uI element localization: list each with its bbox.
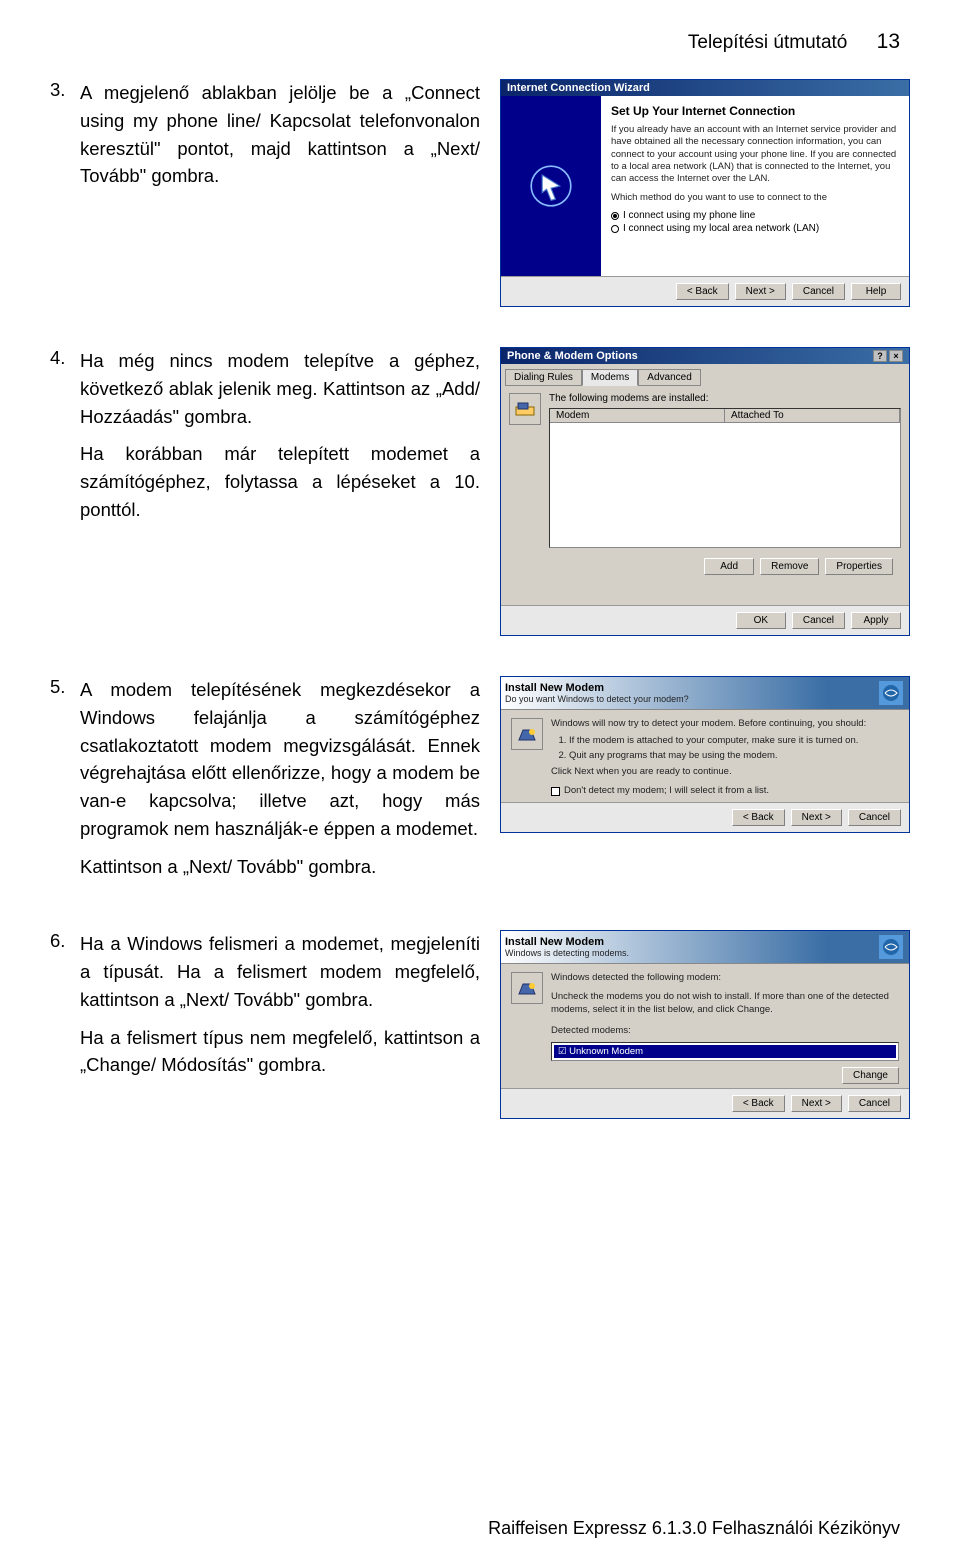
- remove-button[interactable]: Remove: [760, 558, 819, 575]
- tab-advanced[interactable]: Advanced: [638, 369, 700, 386]
- radio-icon: [611, 225, 619, 233]
- col-modem: Modem: [550, 409, 725, 422]
- step-3-num: 3.: [50, 79, 72, 190]
- modem-detect-icon: [511, 718, 543, 750]
- step-5-num: 5.: [50, 676, 72, 880]
- install-modem-window-2: Install New Modem Windows is detecting m…: [500, 930, 910, 1118]
- dont-detect-checkbox[interactable]: Don't detect my modem; I will select it …: [551, 785, 899, 798]
- cancel-button[interactable]: Cancel: [792, 283, 845, 300]
- help-icon[interactable]: ?: [873, 350, 887, 362]
- step-3-text: A megjelenő ablakban jelölje be a „Conne…: [80, 79, 480, 190]
- step-6-num: 6.: [50, 930, 72, 1079]
- pm-title: Phone & Modem Options: [507, 350, 638, 362]
- back-button[interactable]: < Back: [676, 283, 729, 300]
- inm2-sub: Windows is detecting modems.: [505, 948, 629, 958]
- detected-list[interactable]: ☑ Unknown Modem: [551, 1042, 899, 1061]
- radio-icon: [611, 212, 619, 220]
- change-button[interactable]: Change: [842, 1067, 899, 1084]
- inm-body2: Click Next when you are ready to continu…: [551, 766, 899, 779]
- phone-modem-window: Phone & Modem Options ? × Dialing Rules …: [500, 347, 910, 636]
- icw-body: If you already have an account with an I…: [611, 124, 899, 186]
- detected-item[interactable]: ☑ Unknown Modem: [554, 1045, 896, 1058]
- inm-li1: If the modem is attached to your compute…: [569, 735, 899, 748]
- step-6-text: Ha a Windows felismeri a modemet, megjel…: [80, 930, 480, 1013]
- inm2-body: Windows detected the following modem:: [551, 972, 899, 985]
- col-attached: Attached To: [725, 409, 900, 422]
- inm-sub: Do you want Windows to detect your modem…: [505, 694, 689, 704]
- cancel-button[interactable]: Cancel: [848, 1095, 901, 1112]
- cursor-icon: [529, 164, 573, 208]
- step-4-sub: Ha korábban már telepített modemet a szá…: [80, 440, 480, 523]
- close-icon[interactable]: ×: [889, 350, 903, 362]
- next-button[interactable]: Next >: [735, 283, 786, 300]
- page-number: 13: [877, 30, 900, 53]
- inm-li2: Quit any programs that may be using the …: [569, 750, 899, 763]
- page-footer: Raiffeisen Expressz 6.1.3.0 Felhasználói…: [0, 1518, 960, 1539]
- apply-button[interactable]: Apply: [851, 612, 901, 629]
- next-button[interactable]: Next >: [791, 1095, 842, 1112]
- properties-button[interactable]: Properties: [825, 558, 893, 575]
- inm2-title: Install New Modem: [505, 936, 629, 948]
- back-button[interactable]: < Back: [732, 809, 785, 826]
- modem-icon: [509, 393, 541, 425]
- icw-heading: Set Up Your Internet Connection: [611, 104, 899, 118]
- help-button[interactable]: Help: [851, 283, 901, 300]
- cancel-button[interactable]: Cancel: [792, 612, 845, 629]
- step-4-num: 4.: [50, 347, 72, 524]
- checkbox-icon: [551, 787, 560, 796]
- step-5-text: A modem telepítésének megkezdésekor a Wi…: [80, 676, 480, 843]
- ok-button[interactable]: OK: [736, 612, 786, 629]
- icw-title: Internet Connection Wizard: [507, 82, 650, 94]
- modem-list[interactable]: Modem Attached To: [549, 408, 901, 548]
- inm2-body2: Uncheck the modems you do not wish to in…: [551, 991, 899, 1017]
- header-title: Telepítési útmutató: [688, 32, 847, 53]
- pm-label: The following modems are installed:: [549, 393, 901, 404]
- next-button[interactable]: Next >: [791, 809, 842, 826]
- inm-title: Install New Modem: [505, 682, 689, 694]
- install-modem-window-1: Install New Modem Do you want Windows to…: [500, 676, 910, 833]
- wizard-sidebar: [501, 96, 601, 276]
- back-button[interactable]: < Back: [732, 1095, 785, 1112]
- step-5-sub: Kattintson a „Next/ Tovább" gombra.: [80, 853, 480, 881]
- inm-body: Windows will now try to detect your mode…: [551, 718, 899, 731]
- globe-icon: [877, 679, 905, 707]
- detected-label: Detected modems:: [551, 1025, 899, 1038]
- add-button[interactable]: Add: [704, 558, 754, 575]
- step-6-sub: Ha a felismert típus nem megfelelő, katt…: [80, 1024, 480, 1080]
- modem-detect-icon: [511, 972, 543, 1004]
- icw-question: Which method do you want to use to conne…: [611, 192, 899, 204]
- page-header: Telepítési útmutató 13: [50, 30, 910, 54]
- step-4-text: Ha még nincs modem telepítve a géphez, k…: [80, 347, 480, 430]
- radio-lan[interactable]: I connect using my local area network (L…: [611, 223, 899, 234]
- globe-icon: [877, 933, 905, 961]
- icw-window: Internet Connection Wizard Set Up Your I…: [500, 79, 910, 307]
- tab-modems[interactable]: Modems: [582, 369, 638, 386]
- tab-dialing[interactable]: Dialing Rules: [505, 369, 582, 386]
- cancel-button[interactable]: Cancel: [848, 809, 901, 826]
- radio-phone[interactable]: I connect using my phone line: [611, 210, 899, 221]
